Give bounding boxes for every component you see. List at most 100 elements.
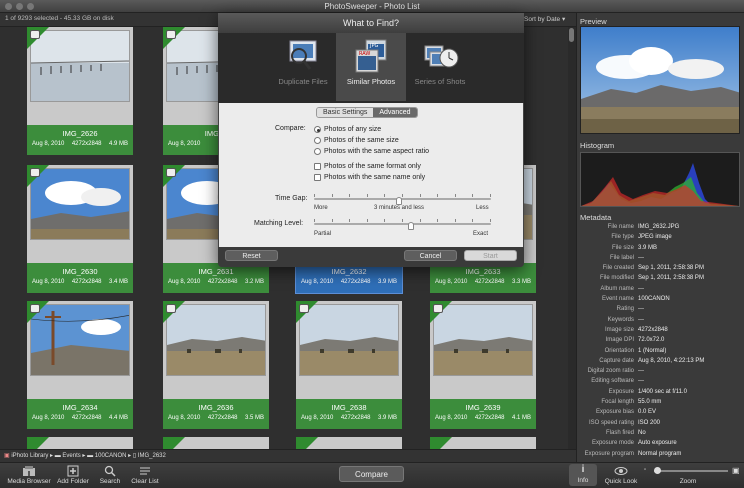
metadata-row: Orientation 1 (Normal) (580, 346, 740, 356)
sort-select[interactable]: Sort by Date ▾ (524, 15, 565, 23)
photo-size: 4.9 MB (108, 141, 128, 147)
metadata-row: Exposure 1/400 sec at f/11.0 (580, 387, 740, 397)
metadata-key: File created (602, 265, 634, 272)
camera-icon (299, 304, 309, 313)
photo-size: 3.9 MB (377, 279, 397, 285)
camera-icon (30, 304, 40, 313)
checkbox[interactable] (314, 174, 321, 181)
radio-label: Photos of the same size (324, 137, 399, 144)
mode-label: Duplicate Files (278, 77, 328, 86)
radio-same-size[interactable]: Photos of the same size (314, 135, 429, 146)
photo-card[interactable]: IMG_2636 Aug 8, 2010 4272x2848 3.5 MB (163, 301, 269, 429)
photo-name: IMG_2630 (62, 267, 98, 276)
info-button[interactable]: i Info (569, 464, 597, 486)
zoom-slider[interactable]: ▫ ▣ (644, 466, 740, 475)
zoom-window-button[interactable] (27, 3, 34, 10)
minimize-window-button[interactable] (16, 3, 23, 10)
photo-card[interactable]: IMG_2634 Aug 8, 2010 4272x2848 4.4 MB (27, 301, 133, 429)
window-controls (5, 3, 34, 10)
metadata-key: Image size (604, 326, 634, 333)
radio-button[interactable] (314, 137, 321, 144)
photo-caption: IMG_2638 Aug 8, 2010 4272x2848 3.9 MB (296, 399, 402, 429)
radio-any-size[interactable]: Photos of any size (314, 124, 429, 135)
metadata-key: Exposure program (584, 450, 634, 457)
tab-basic-settings[interactable]: Basic Settings (317, 108, 374, 117)
metadata-value: JPEG image (638, 234, 672, 241)
breadcrumb: ▣ iPhoto Library ▸ ▬ Events ▸ ▬ 100CANON… (0, 449, 576, 462)
time-gap-slider[interactable] (314, 194, 491, 205)
check-same-name[interactable]: Photos with the same name only (314, 172, 425, 183)
metadata-value: --- (638, 306, 644, 313)
check-same-format[interactable]: Photos of the same format only (314, 161, 425, 172)
photo-card[interactable]: IMG_2626 Aug 8, 2010 4272x2848 4.9 MB (27, 27, 133, 155)
breadcrumb-item[interactable]: 100CANON (95, 453, 127, 459)
radio-same-aspect[interactable]: Photos with the same aspect ratio (314, 146, 429, 157)
mode-duplicate-files[interactable]: Duplicate Files (268, 33, 338, 101)
breadcrumb-item[interactable]: iPhoto Library (11, 453, 48, 459)
series-of-shots-icon (421, 38, 459, 74)
metadata-row: Image DPI 72.0x72.0 (580, 335, 740, 345)
button-label: Info (577, 477, 589, 484)
photo-size: 3.9 MB (377, 415, 397, 421)
photo-card[interactable]: IMG_2638 Aug 8, 2010 4272x2848 3.9 MB (296, 301, 402, 429)
button-label: Quick Look (604, 478, 638, 485)
quick-look-button[interactable]: Quick Look (602, 465, 640, 485)
metadata-row: File name IMG_2632.JPG (580, 222, 740, 232)
photo-card[interactable] (430, 437, 536, 449)
raw-tag: RAW (359, 51, 370, 57)
start-button[interactable]: Start (464, 250, 517, 261)
photo-card[interactable]: IMG_2630 Aug 8, 2010 4272x2848 3.4 MB (27, 165, 133, 293)
metadata-key: Event name (601, 296, 634, 303)
matching-level-label: Matching Level: (254, 220, 304, 227)
photo-card[interactable] (296, 437, 402, 449)
camera-icon (166, 168, 176, 177)
slider-knob[interactable] (408, 222, 415, 230)
clear-list-button[interactable]: Clear List (128, 465, 162, 485)
zoom-knob[interactable] (654, 467, 661, 474)
metadata-row: Event name 100CANON (580, 294, 740, 304)
scrollbar[interactable] (568, 27, 576, 449)
photo-dims: 4272x2848 (474, 279, 505, 285)
photo-card[interactable] (163, 437, 269, 449)
mode-similar-photos[interactable]: JPG RAW Similar Photos (336, 33, 406, 101)
metadata-value: --- (638, 378, 644, 385)
similar-photos-icon: JPG RAW (352, 38, 390, 74)
compare-button[interactable]: Compare (339, 466, 404, 482)
metadata-row: Flash fired No (580, 428, 740, 438)
photo-caption: IMG_2631 Aug 8, 2010 4272x2848 3.2 MB (163, 263, 269, 293)
radio-button[interactable] (314, 148, 321, 155)
mode-series-of-shots[interactable]: Series of Shots (405, 33, 475, 101)
checkbox[interactable] (314, 163, 321, 170)
photo-date: Aug 8, 2010 (32, 279, 65, 285)
media-browser-icon (23, 466, 35, 476)
photo-card[interactable] (27, 437, 133, 449)
search-button[interactable]: Search (96, 465, 124, 485)
reset-button[interactable]: Reset (225, 250, 278, 261)
tab-advanced[interactable]: Advanced (373, 108, 417, 117)
cancel-button[interactable]: Cancel (404, 250, 457, 261)
photo-name: IMG_2632 (331, 267, 367, 276)
metadata-key: File label (609, 254, 634, 261)
zoom-track[interactable] (654, 470, 728, 472)
photo-card[interactable]: IMG_2639 Aug 8, 2010 4272x2848 4.1 MB (430, 301, 536, 429)
settings-tabs: Basic Settings Advanced (316, 107, 418, 118)
photo-name: IMG_2626 (62, 129, 98, 138)
slider-knob[interactable] (395, 197, 402, 205)
close-window-button[interactable] (5, 3, 12, 10)
breadcrumb-item[interactable]: IMG_2632 (138, 453, 166, 459)
scroll-thumb[interactable] (569, 28, 574, 42)
metadata-key: Keywords (607, 316, 634, 323)
photo-date: Aug 8, 2010 (32, 415, 65, 421)
radio-button[interactable] (314, 126, 321, 133)
media-browser-button[interactable]: Media Browser (6, 465, 52, 485)
metadata-value: ISO 200 (638, 419, 661, 426)
add-folder-button[interactable]: Add Folder (54, 465, 92, 485)
photo-caption: IMG_2633 Aug 8, 2010 4272x2848 3.3 MB (430, 263, 536, 293)
photo-date: Aug 8, 2010 (435, 415, 468, 421)
photo-date: Aug 8, 2010 (32, 141, 65, 147)
matching-level-slider[interactable] (314, 219, 491, 230)
search-icon (104, 465, 116, 477)
photo-size: 4.4 MB (108, 415, 128, 421)
time-gap-max: Less (476, 205, 489, 211)
breadcrumb-item[interactable]: Events (62, 453, 80, 459)
